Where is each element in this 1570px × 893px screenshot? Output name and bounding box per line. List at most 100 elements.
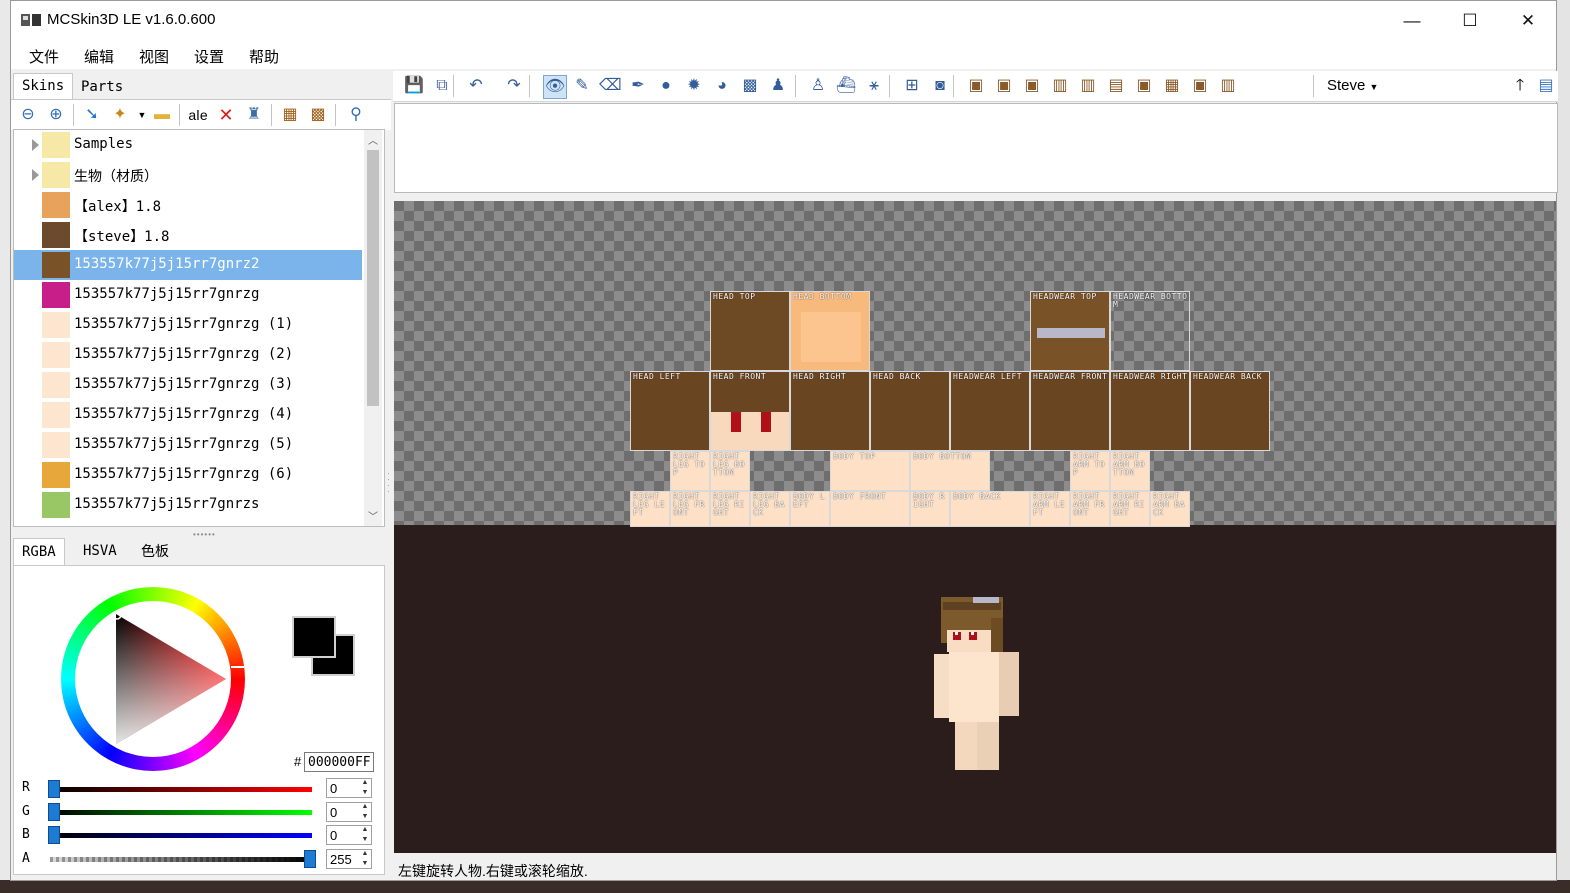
toggle-chest-icon[interactable]: ▣ [1021, 75, 1043, 97]
menu-help[interactable]: 帮助 [249, 46, 279, 67]
skin-part-head-left[interactable]: HEAD LEFT [630, 371, 710, 451]
undo-icon[interactable]: ↶ [465, 75, 487, 97]
skin-part-right-leg-bottom[interactable]: RIGHT LEG BOTTOM [710, 451, 750, 491]
color-triangle[interactable] [61, 587, 245, 771]
character-3d-model[interactable] [929, 594, 1029, 774]
red-slider[interactable] [50, 787, 312, 792]
skin-part-head-front[interactable]: HEAD FRONT [710, 371, 790, 451]
menu-settings[interactable]: 设置 [194, 46, 224, 67]
expand-arrow-icon[interactable] [32, 139, 39, 151]
red-spinner[interactable]: ▲ ▼ [358, 778, 372, 798]
stamp-icon[interactable]: ♟ [767, 75, 789, 97]
skins-tree[interactable]: Samples 生物（材质） 【alex】1.8 【steve】1.8 153557k7… [13, 129, 385, 527]
skin-part-right-arm-front[interactable]: RIGHT ARM FRONT [1070, 491, 1110, 527]
hex-input[interactable]: 000000FF [304, 752, 374, 772]
tab-rgba[interactable]: RGBA [13, 538, 65, 565]
zoom-out-icon[interactable]: ⊖ [17, 104, 39, 126]
title-bar[interactable]: MCSkin3D LE v1.6.0.600 — ☐ ✕ [11, 1, 1556, 41]
green-spinner[interactable]: ▲ ▼ [358, 802, 372, 822]
skin-part-head-top[interactable]: HEAD TOP [710, 291, 790, 371]
toggle-left-arm-icon[interactable]: ▥ [1049, 75, 1071, 97]
tree-folder[interactable]: 生物（材质） [14, 160, 362, 190]
red-slider-knob[interactable] [48, 780, 60, 798]
redo-icon[interactable]: ↷ [503, 75, 525, 97]
menu-edit[interactable]: 编辑 [84, 46, 114, 67]
alpha-icon[interactable]: ▣ [1189, 75, 1211, 97]
noise-icon[interactable]: ◕ [711, 75, 733, 97]
skin-part-body-bottom[interactable]: BODY BOTTOM [910, 451, 990, 491]
toggle-left-leg-icon[interactable]: ▤ [1105, 75, 1127, 97]
green-slider-knob[interactable] [48, 803, 60, 821]
color-wheel[interactable] [61, 587, 245, 771]
tree-skin-item[interactable]: 153557k77j5j15rr7gnrzg (5) [14, 430, 362, 460]
skin-part-head-bottom[interactable]: HEAD BOTTOM [790, 291, 870, 371]
skin-part-right-arm-right[interactable]: RIGHT ARM RIGHT [1110, 491, 1150, 527]
grass-icon[interactable]: ⚹ [863, 75, 885, 97]
save-icon[interactable]: 💾 [403, 75, 425, 97]
tree-skin-item[interactable]: 153557k77j5j15rr7gnrz2 [14, 250, 362, 280]
upload-icon[interactable]: ⚲ [345, 104, 367, 126]
blue-slider-knob[interactable] [48, 826, 60, 844]
skin-part-head-back[interactable]: HEAD BACK [870, 371, 950, 451]
model-dropdown[interactable]: Steve ▼ [1327, 77, 1378, 94]
tab-palette[interactable]: 色板 [133, 538, 177, 564]
tab-skins[interactable]: Skins [13, 73, 74, 99]
maximize-button[interactable]: ☐ [1441, 1, 1499, 41]
skin-part-right-leg-front[interactable]: RIGHT LEG FRONT [670, 491, 710, 527]
tab-hsva[interactable]: HSVA [75, 538, 125, 564]
skin-part-body-front[interactable]: BODY FRONT [830, 491, 910, 527]
rename-icon[interactable]: aǀe [187, 104, 209, 126]
skin-part-headwear-top[interactable]: HEADWEAR TOP [1030, 291, 1110, 371]
skin-part-headwear-right[interactable]: HEADWEAR RIGHT [1110, 371, 1190, 451]
skin-part-right-leg-right[interactable]: RIGHT LEG RIGHT [710, 491, 750, 527]
tab-parts[interactable]: Parts [73, 75, 131, 99]
zoom-in-icon[interactable]: ⊕ [45, 104, 67, 126]
pencil-icon[interactable]: ✎ [571, 75, 593, 97]
tree-skin-item[interactable]: 153557k77j5j15rr7gnrzg (4) [14, 400, 362, 430]
skin-part-headwear-bottom[interactable]: HEADWEAR BOTTOM [1110, 291, 1190, 371]
toggle-right-arm-icon[interactable]: ▥ [1077, 75, 1099, 97]
skin-part-headwear-back[interactable]: HEADWEAR BACK [1190, 371, 1270, 451]
skin-part-body-top[interactable]: BODY TOP [830, 451, 910, 491]
alpha-spinner[interactable]: ▲ ▼ [358, 849, 372, 869]
blue-slider[interactable] [50, 833, 312, 838]
skin-part-right-arm-back[interactable]: RIGHT ARM BACK [1150, 491, 1190, 527]
tree-skin-item[interactable]: 153557k77j5j15rr7gnrzg [14, 280, 362, 310]
tree-skin-item[interactable]: 【alex】1.8 [14, 190, 362, 220]
save-all-icon[interactable]: ⧉ [431, 75, 453, 97]
tree-skin-item[interactable]: 153557k77j5j15rr7gnrzg (3) [14, 370, 362, 400]
clone-icon[interactable]: ◙ [929, 75, 951, 97]
pixel-icon[interactable]: ⊞ [901, 75, 923, 97]
clone-icon[interactable]: ♜ [243, 104, 265, 126]
grid-icon[interactable]: ▦ [279, 104, 301, 126]
tree-skin-item[interactable]: 153557k77j5j15rr7gnrzg (2) [14, 340, 362, 370]
close-button[interactable]: ✕ [1499, 1, 1557, 41]
arrow-up-icon[interactable]: 🡑 [1509, 75, 1531, 97]
alpha-slider-knob[interactable] [304, 850, 316, 868]
skin-part-right-arm-bottom[interactable]: RIGHT ARM BOTTOM [1110, 451, 1150, 491]
skin-part-right-leg-back[interactable]: RIGHT LEG BACK [750, 491, 790, 527]
skin-part-right-leg-top[interactable]: RIGHT LEG TOP [670, 451, 710, 491]
expand-arrow-icon[interactable] [32, 169, 39, 181]
skin-part-headwear-front[interactable]: HEADWEAR FRONT [1030, 371, 1110, 451]
tree-skin-item[interactable]: 153557k77j5j15rr7gnrzg (6) [14, 460, 362, 490]
splitter-handle[interactable]: •••••• [193, 530, 216, 539]
toggle-overlay-icon[interactable]: ▦ [1161, 75, 1183, 97]
menu-view[interactable]: 视图 [139, 46, 169, 67]
textured-icon[interactable]: ⛴ [835, 75, 857, 97]
blue-spinner[interactable]: ▲ ▼ [358, 825, 372, 845]
scroll-up-icon[interactable]: ︿ [368, 132, 378, 147]
menu-file[interactable]: 文件 [29, 46, 59, 67]
skin-part-head-right[interactable]: HEAD RIGHT [790, 371, 870, 451]
skin-canvas[interactable]: HEAD TOP HEAD BOTTOM HEADWEAR TOP HEADWEAR … [394, 201, 1556, 853]
alpha-slider[interactable] [50, 857, 312, 862]
pixel-grid-icon[interactable]: ▩ [307, 104, 329, 126]
tree-scrollbar-thumb[interactable] [367, 150, 379, 406]
darken-lighten-icon[interactable]: ✹ [683, 75, 705, 97]
toggle-helmet-icon[interactable]: ▣ [993, 75, 1015, 97]
new-folder-icon[interactable]: ▬ [151, 104, 173, 126]
new-skin-dropdown-icon[interactable]: ▼ [131, 104, 153, 126]
toggle-head-icon[interactable]: ▣ [965, 75, 987, 97]
skin-part-right-arm-top[interactable]: RIGHT ARM TOP [1070, 451, 1110, 491]
delete-icon[interactable]: ✕ [215, 104, 237, 126]
